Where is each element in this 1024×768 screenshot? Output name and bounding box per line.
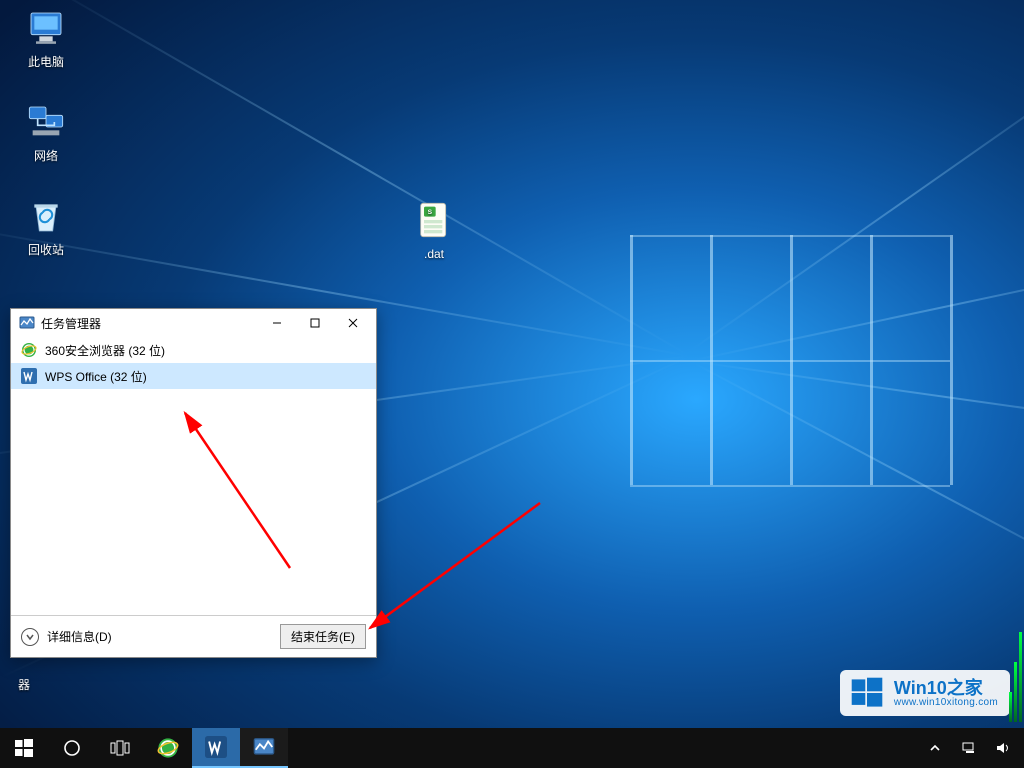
task-manager-icon [253, 736, 275, 758]
chevron-down-icon [25, 632, 35, 642]
desktop-icon-recycle-bin[interactable]: 回收站 [6, 196, 86, 257]
windows-logo-icon [850, 676, 884, 710]
details-label[interactable]: 详细信息(D) [47, 628, 112, 645]
windows-icon [15, 739, 33, 757]
tray-volume-button[interactable] [988, 741, 1018, 755]
minimize-button[interactable] [258, 310, 296, 336]
desktop-icon-label: 此电脑 [6, 55, 86, 69]
audio-visualizer [1009, 602, 1022, 722]
expand-details-button[interactable] [21, 628, 39, 646]
taskview-icon [110, 740, 130, 756]
taskbar-app-taskmgr[interactable] [240, 728, 288, 768]
system-tray[interactable] [920, 728, 1024, 768]
taskbar-app-wps[interactable] [192, 728, 240, 768]
desktop-icon-network[interactable]: 网络 [6, 102, 86, 163]
process-list[interactable]: 360安全浏览器 (32 位) WPS Office (32 位) [11, 337, 376, 615]
desktop[interactable]: 此电脑 网络 回收站 S .dat 器 [0, 0, 1024, 768]
circle-icon [63, 739, 81, 757]
task-manager-footer: 详细信息(D) 结束任务(E) [11, 615, 376, 657]
wps-icon [21, 368, 37, 384]
watermark-url: www.win10xitong.com [894, 697, 998, 708]
truncated-icon-label: 器 [18, 676, 30, 693]
ie-green-icon [21, 342, 37, 358]
chevron-up-icon [929, 742, 941, 754]
recycle-bin-icon [26, 196, 66, 236]
ie-green-icon [157, 737, 179, 759]
desktop-icon-label: .dat [394, 247, 474, 261]
task-manager-window[interactable]: 任务管理器 360安全浏览器 (32 位) [10, 308, 377, 658]
titlebar[interactable]: 任务管理器 [11, 309, 376, 337]
taskbar[interactable] [0, 728, 1024, 768]
wallpaper-window-frame [630, 235, 950, 485]
pc-icon [26, 8, 66, 48]
process-name: WPS Office (32 位) [45, 368, 147, 385]
close-button[interactable] [334, 310, 372, 336]
process-row[interactable]: 360安全浏览器 (32 位) [11, 337, 376, 363]
process-row-selected[interactable]: WPS Office (32 位) [11, 363, 376, 389]
watermark-title: Win10之家 [894, 679, 998, 697]
desktop-icon-label: 网络 [6, 149, 86, 163]
volume-icon [995, 741, 1011, 755]
desktop-icon-dat-file[interactable]: S .dat [394, 200, 474, 261]
desktop-icon-this-pc[interactable]: 此电脑 [6, 8, 86, 69]
window-title: 任务管理器 [41, 315, 101, 332]
wps-icon [205, 736, 227, 758]
task-view-button[interactable] [96, 728, 144, 768]
network-tray-icon [961, 741, 977, 755]
spreadsheet-file-icon: S [414, 200, 454, 240]
network-icon [26, 102, 66, 142]
process-name: 360安全浏览器 (32 位) [45, 342, 165, 359]
watermark-badge: Win10之家 www.win10xitong.com [840, 670, 1010, 716]
tray-network-button[interactable] [954, 741, 984, 755]
cortana-button[interactable] [48, 728, 96, 768]
desktop-icon-label: 回收站 [6, 243, 86, 257]
task-manager-icon [19, 315, 35, 331]
tray-expand-button[interactable] [920, 742, 950, 754]
maximize-button[interactable] [296, 310, 334, 336]
svg-text:S: S [428, 209, 433, 216]
taskbar-app-browser[interactable] [144, 728, 192, 768]
start-button[interactable] [0, 728, 48, 768]
end-task-button[interactable]: 结束任务(E) [280, 624, 366, 649]
